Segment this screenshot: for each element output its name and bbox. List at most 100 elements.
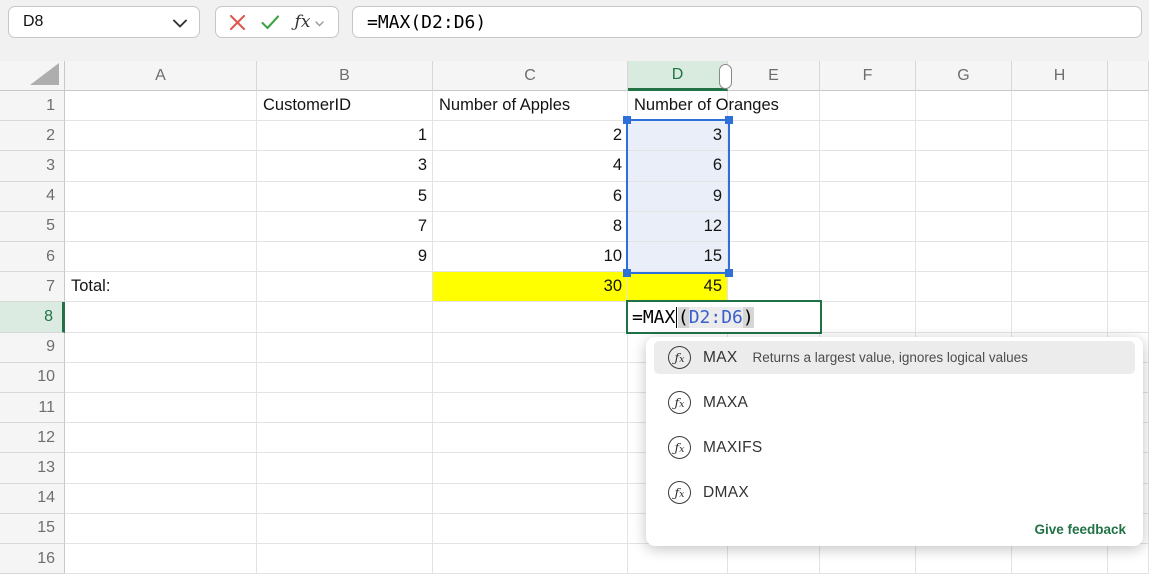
cell-B14[interactable] [257, 483, 433, 514]
cell-E3[interactable] [728, 151, 820, 182]
cell-partial-r8[interactable] [1108, 302, 1149, 333]
cell-B6[interactable]: 9 [257, 242, 433, 273]
cell-A14[interactable] [65, 483, 257, 514]
cell-D7[interactable]: 45 [628, 272, 728, 303]
cell-C16[interactable] [433, 544, 628, 574]
cell-F4[interactable] [820, 181, 916, 212]
selection-handle-tl[interactable] [623, 116, 631, 125]
cell-B8[interactable] [257, 302, 433, 333]
cell-E5[interactable] [728, 211, 820, 242]
cell-D16[interactable] [628, 544, 728, 574]
cell-F2[interactable] [820, 121, 916, 152]
cell-A1[interactable] [65, 91, 257, 122]
column-header-B[interactable]: B [257, 61, 433, 91]
select-all-corner[interactable] [0, 61, 65, 91]
cell-B7[interactable] [257, 272, 433, 303]
row-header-1[interactable]: 1 [0, 91, 65, 122]
column-header-F[interactable]: F [820, 61, 916, 91]
cell-G6[interactable] [916, 242, 1012, 273]
cell-C5[interactable]: 8 [433, 211, 628, 242]
cell-E7[interactable] [728, 272, 820, 303]
cell-C7[interactable]: 30 [433, 272, 628, 303]
cell-E6[interactable] [728, 242, 820, 273]
selection-handle-tr[interactable] [725, 116, 733, 125]
selection-handle-br[interactable] [725, 269, 733, 278]
cell-B16[interactable] [257, 544, 433, 574]
cell-F6[interactable] [820, 242, 916, 273]
cell-G7[interactable] [916, 272, 1012, 303]
cell-A15[interactable] [65, 513, 257, 544]
cell-A13[interactable] [65, 453, 257, 484]
cell-A5[interactable] [65, 211, 257, 242]
column-resize-handle[interactable] [719, 63, 732, 89]
cell-B15[interactable] [257, 513, 433, 544]
cell-B13[interactable] [257, 453, 433, 484]
row-header-4[interactable]: 4 [0, 181, 65, 212]
row-header-3[interactable]: 3 [0, 151, 65, 182]
row-header-7[interactable]: 7 [0, 272, 65, 303]
cell-E2[interactable] [728, 121, 820, 152]
cell-F8[interactable] [820, 302, 916, 333]
cell-F1[interactable] [820, 91, 916, 122]
cell-D4[interactable]: 9 [628, 181, 728, 212]
autocomplete-item-dmax[interactable]: ƒ x DMAX [654, 476, 1135, 509]
cell-A7[interactable]: Total: [65, 272, 257, 303]
cell-C9[interactable] [433, 332, 628, 363]
cell-H16[interactable] [1012, 544, 1108, 574]
row-header-11[interactable]: 11 [0, 393, 65, 424]
cell-B12[interactable] [257, 423, 433, 454]
row-header-10[interactable]: 10 [0, 362, 65, 393]
column-header-A[interactable]: A [65, 61, 257, 91]
cell-D6[interactable]: 15 [628, 242, 728, 273]
row-header-12[interactable]: 12 [0, 423, 65, 454]
cell-B2[interactable]: 1 [257, 121, 433, 152]
cell-E4[interactable] [728, 181, 820, 212]
row-header-13[interactable]: 13 [0, 453, 65, 484]
cell-A8[interactable] [65, 302, 257, 333]
cell-C3[interactable]: 4 [433, 151, 628, 182]
row-header-6[interactable]: 6 [0, 242, 65, 273]
cell-B9[interactable] [257, 332, 433, 363]
row-header-5[interactable]: 5 [0, 211, 65, 242]
cell-A12[interactable] [65, 423, 257, 454]
column-header-G[interactable]: G [916, 61, 1012, 91]
cell-G3[interactable] [916, 151, 1012, 182]
cell-A9[interactable] [65, 332, 257, 363]
cell-B1[interactable]: CustomerID [257, 91, 433, 122]
cell-F16[interactable] [820, 544, 916, 574]
cell-H7[interactable] [1012, 272, 1108, 303]
cell-B5[interactable]: 7 [257, 211, 433, 242]
cell-partial-r1[interactable] [1108, 91, 1149, 122]
cell-F3[interactable] [820, 151, 916, 182]
cell-H1[interactable] [1012, 91, 1108, 122]
cell-B10[interactable] [257, 362, 433, 393]
cell-A3[interactable] [65, 151, 257, 182]
cell-A10[interactable] [65, 362, 257, 393]
cell-C6[interactable]: 10 [433, 242, 628, 273]
cell-C11[interactable] [433, 393, 628, 424]
cell-C1[interactable]: Number of Apples [433, 91, 628, 122]
cell-G4[interactable] [916, 181, 1012, 212]
column-header-E[interactable]: E [728, 61, 820, 91]
cell-C14[interactable] [433, 483, 628, 514]
row-header-14[interactable]: 14 [0, 483, 65, 514]
cell-A2[interactable] [65, 121, 257, 152]
cell-G16[interactable] [916, 544, 1012, 574]
autocomplete-item-maxa[interactable]: ƒ x MAXA [654, 386, 1135, 419]
cell-G5[interactable] [916, 211, 1012, 242]
cell-C13[interactable] [433, 453, 628, 484]
cell-A4[interactable] [65, 181, 257, 212]
cell-C15[interactable] [433, 513, 628, 544]
cell-partial-r6[interactable] [1108, 242, 1149, 273]
column-header-H[interactable]: H [1012, 61, 1108, 91]
column-header-partial[interactable] [1108, 61, 1149, 91]
cell-C4[interactable]: 6 [433, 181, 628, 212]
cell-H3[interactable] [1012, 151, 1108, 182]
row-header-15[interactable]: 15 [0, 513, 65, 544]
cell-A16[interactable] [65, 544, 257, 574]
column-header-D[interactable]: D [628, 61, 728, 91]
cell-H5[interactable] [1012, 211, 1108, 242]
cell-G8[interactable] [916, 302, 1012, 333]
cell-C2[interactable]: 2 [433, 121, 628, 152]
cell-B3[interactable]: 3 [257, 151, 433, 182]
